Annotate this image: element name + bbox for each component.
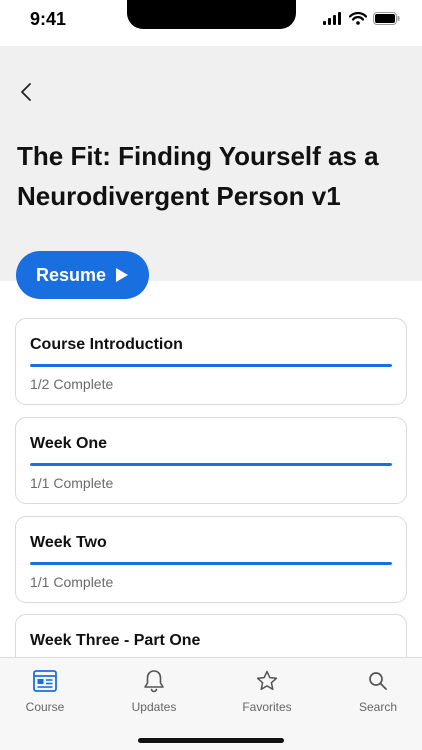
chevron-left-icon [21,83,31,101]
page-title: The Fit: Finding Yourself as a Neurodive… [17,141,379,211]
section-card[interactable]: Course Introduction 1/2 Complete [15,318,407,405]
tab-search[interactable]: Search [333,668,422,714]
status-bar: 9:41 [0,0,422,46]
tab-updates[interactable]: Updates [109,668,199,714]
section-status: 1/1 Complete [30,475,114,491]
tab-favorites[interactable]: Favorites [222,668,312,714]
tab-bar: Course Updates Favorites Search [0,657,422,750]
play-icon [116,268,129,282]
section-progress-bar [30,463,392,466]
status-icons [323,12,400,25]
course-icon [32,668,58,694]
section-title: Week Three - Part One [30,632,201,649]
section-status: 1/1 Complete [30,574,114,590]
tab-label: Course [25,700,65,714]
tab-label: Favorites [242,700,292,714]
section-progress-bar [30,562,392,565]
search-icon [365,668,391,694]
back-button[interactable] [14,80,38,104]
section-title: Week One [30,435,108,452]
section-progress-bar [30,364,392,367]
section-progress-fill [30,562,392,565]
section-status: 1/2 Complete [30,376,114,392]
wifi-icon [349,12,367,25]
cellular-signal-icon [323,12,341,25]
section-progress-fill [30,463,392,466]
notch [127,0,296,29]
star-icon [254,668,280,694]
section-card[interactable]: Week Two 1/1 Complete [15,516,407,603]
home-indicator [138,738,284,743]
battery-icon [373,12,400,25]
tab-label: Updates [131,700,177,714]
course-header: The Fit: Finding Yourself as a Neurodive… [0,46,422,281]
resume-label: Resume [35,264,107,285]
section-title: Week Two [30,534,107,551]
section-title: Course Introduction [30,336,183,353]
resume-button[interactable]: Resume [16,251,149,299]
bell-icon [141,668,167,694]
tab-label: Search [358,700,398,714]
tab-course[interactable]: Course [0,668,90,714]
section-card[interactable]: Week One 1/1 Complete [15,417,407,504]
section-progress-fill [30,364,392,367]
status-time: 9:41 [30,9,67,29]
